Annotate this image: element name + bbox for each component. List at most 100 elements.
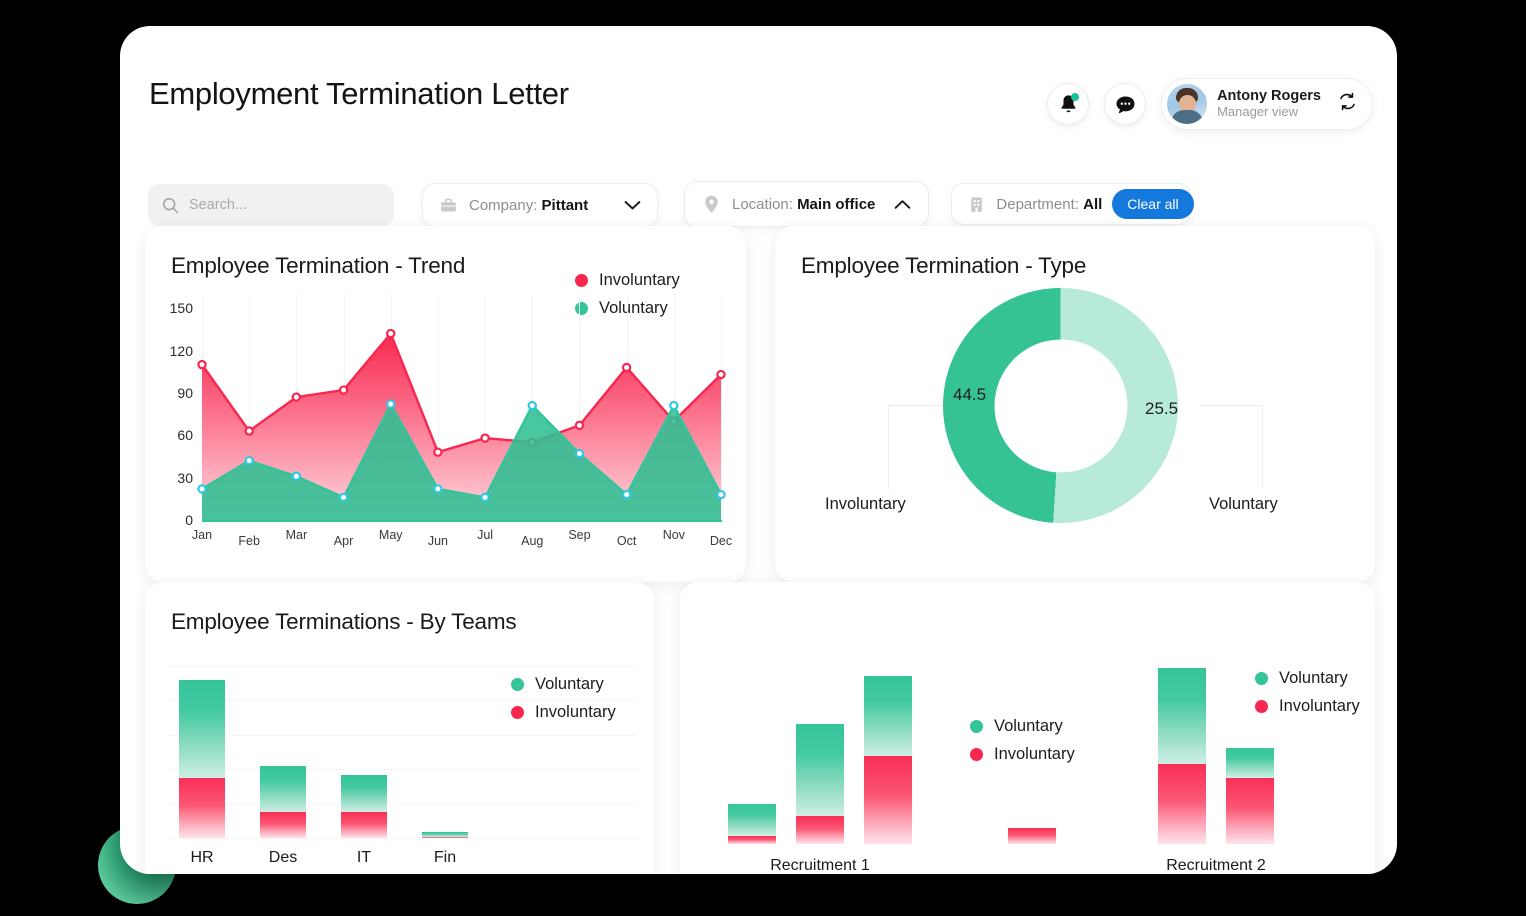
data-point[interactable] bbox=[338, 492, 349, 503]
department-filter[interactable]: Department: All Clear all bbox=[951, 183, 1194, 225]
department-filter-label: Department: All bbox=[996, 196, 1102, 213]
data-point[interactable] bbox=[480, 433, 490, 443]
data-point[interactable] bbox=[669, 400, 679, 411]
involuntary-dot bbox=[575, 273, 588, 287]
bar-segment-voluntary[interactable] bbox=[260, 766, 306, 813]
x-axis-tick: Jan bbox=[191, 528, 213, 542]
leader-line-left bbox=[888, 405, 889, 489]
bar[interactable]: 25 bbox=[260, 766, 306, 838]
data-point[interactable] bbox=[574, 420, 585, 431]
data-point[interactable] bbox=[291, 471, 302, 481]
x-axis-tick: Aug bbox=[521, 534, 544, 548]
bar-segment-voluntary[interactable] bbox=[864, 676, 912, 756]
data-point[interactable] bbox=[291, 392, 302, 402]
notifications-button[interactable] bbox=[1047, 83, 1090, 125]
type-chart-title: Employee Termination - Type bbox=[801, 253, 1087, 278]
donut-ring bbox=[943, 288, 1178, 523]
data-point[interactable] bbox=[716, 369, 726, 380]
data-point[interactable] bbox=[574, 448, 585, 459]
bar-segment-involuntary[interactable] bbox=[179, 777, 225, 838]
data-point[interactable] bbox=[386, 399, 396, 409]
teams-chart-title: Employee Terminations - By Teams bbox=[171, 609, 517, 634]
switch-view-button[interactable] bbox=[1337, 91, 1358, 117]
data-point[interactable] bbox=[480, 492, 490, 503]
data-point[interactable] bbox=[338, 385, 349, 395]
y-axis-tick: 90 bbox=[177, 384, 193, 401]
data-point[interactable] bbox=[433, 484, 443, 494]
trend-chart-card: Employee Termination - Trend Involuntary… bbox=[145, 226, 746, 582]
bar[interactable]: 15 bbox=[796, 724, 844, 844]
data-point[interactable] bbox=[197, 359, 207, 370]
donut-chart[interactable] bbox=[943, 288, 1178, 523]
clear-all-button[interactable]: Clear all bbox=[1112, 189, 1194, 219]
data-point[interactable] bbox=[433, 447, 443, 457]
x-axis-line bbox=[202, 520, 722, 522]
x-axis-tick: Dec bbox=[709, 534, 733, 548]
bar-segment-voluntary[interactable] bbox=[341, 774, 387, 813]
bar[interactable]: 5 bbox=[728, 804, 776, 844]
data-point[interactable] bbox=[386, 328, 396, 339]
messages-button[interactable] bbox=[1104, 83, 1147, 125]
data-point[interactable] bbox=[527, 400, 537, 411]
chevron-down-icon[interactable] bbox=[624, 200, 641, 211]
bar[interactable]: 2 bbox=[422, 832, 468, 838]
bar-segment-involuntary[interactable] bbox=[1226, 778, 1274, 844]
bar[interactable]: 22 bbox=[341, 774, 387, 838]
chevron-up-icon[interactable] bbox=[894, 199, 911, 210]
data-point[interactable] bbox=[197, 484, 207, 494]
search-icon bbox=[163, 197, 179, 213]
location-label-text: Location: bbox=[732, 195, 793, 213]
bar[interactable]: 22 bbox=[1158, 668, 1206, 844]
company-filter-label: Company: Pittant bbox=[469, 197, 588, 214]
involuntary-value: 44.5 bbox=[953, 385, 987, 404]
involuntary-slice-label: Involuntary bbox=[825, 495, 906, 513]
briefcase-icon bbox=[441, 198, 456, 211]
company-filter[interactable]: Company: Pittant bbox=[422, 183, 658, 227]
bar-segment-involuntary[interactable] bbox=[1158, 764, 1206, 844]
bar-segment-involuntary[interactable] bbox=[260, 812, 306, 838]
bar-segment-involuntary[interactable] bbox=[422, 837, 468, 838]
bar-segment-voluntary[interactable] bbox=[179, 680, 225, 778]
bar[interactable]: 55 bbox=[179, 680, 225, 838]
search-box[interactable] bbox=[148, 184, 394, 226]
bar[interactable]: 21 bbox=[864, 676, 912, 844]
bar[interactable]: 2 bbox=[1008, 828, 1056, 844]
bar-segment-voluntary[interactable] bbox=[1226, 748, 1274, 778]
bar-segment-voluntary[interactable] bbox=[796, 724, 844, 816]
data-point[interactable] bbox=[621, 489, 632, 500]
data-point[interactable] bbox=[244, 426, 254, 436]
x-axis-tick: May bbox=[378, 528, 403, 542]
company-label-text: Company: bbox=[469, 196, 538, 214]
location-filter[interactable]: Location: Main office bbox=[684, 181, 930, 227]
user-role: Manager view bbox=[1217, 103, 1299, 119]
bar-segment-voluntary[interactable] bbox=[728, 804, 776, 836]
notification-badge bbox=[1071, 93, 1080, 101]
x-axis-tick: Feb bbox=[238, 534, 260, 548]
bar-segment-involuntary[interactable] bbox=[341, 812, 387, 838]
company-filter-content: Company: Pittant bbox=[439, 196, 588, 215]
bar-segment-involuntary[interactable] bbox=[864, 756, 912, 844]
y-axis-tick: 120 bbox=[169, 342, 193, 359]
bar-segment-involuntary[interactable] bbox=[1008, 828, 1056, 844]
bar[interactable]: 12 bbox=[1226, 748, 1274, 844]
x-axis-tick: Sep bbox=[568, 528, 591, 542]
data-point[interactable] bbox=[621, 362, 632, 373]
bar-segment-involuntary[interactable] bbox=[796, 816, 844, 844]
bar-segment-involuntary[interactable] bbox=[728, 836, 776, 844]
page-title: Employment Termination Letter bbox=[149, 76, 569, 111]
data-point[interactable] bbox=[244, 455, 254, 466]
gridline bbox=[167, 734, 637, 736]
dashboard-window: Employment Termination Letter Antony Rog… bbox=[120, 26, 1397, 874]
x-axis-tick: Nov bbox=[662, 528, 685, 542]
data-point[interactable] bbox=[716, 489, 726, 500]
leader-line-left-h bbox=[888, 405, 950, 406]
bar-segment-voluntary[interactable] bbox=[1158, 668, 1206, 764]
legend-label: Involuntary bbox=[599, 270, 680, 289]
user-menu[interactable]: Antony Rogers Manager view bbox=[1161, 78, 1373, 130]
search-input[interactable] bbox=[189, 197, 369, 213]
gridline bbox=[167, 666, 637, 667]
donut-hole bbox=[994, 339, 1127, 472]
chat-bubble-icon bbox=[1116, 96, 1135, 113]
legend-item[interactable]: Involuntary bbox=[575, 266, 680, 294]
location-filter-content: Location: Main office bbox=[702, 194, 911, 215]
